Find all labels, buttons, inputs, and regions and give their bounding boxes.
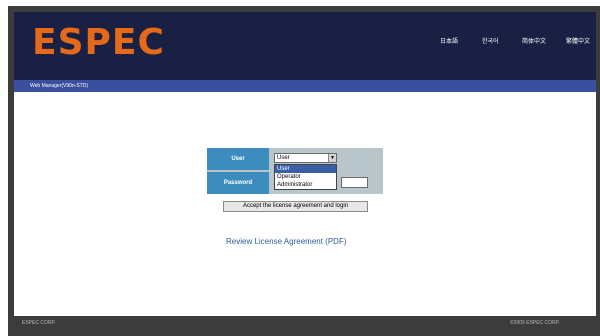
chevron-down-icon[interactable]: ▼ xyxy=(328,154,336,162)
accept-login-button[interactable]: Accept the license agreement and login xyxy=(223,201,368,212)
user-select[interactable]: User ▼ xyxy=(274,153,337,163)
option-administrator[interactable]: Administrator xyxy=(275,181,336,189)
review-license-link[interactable]: Review License Agreement (PDF) xyxy=(226,237,347,246)
footer-copyright: ©2009 ESPEC CORP. xyxy=(510,320,560,326)
footer-company: ESPEC CORP. xyxy=(22,320,56,326)
lang-link-simplified-chinese[interactable]: 简体中文 xyxy=(522,36,546,45)
option-operator[interactable]: Operator xyxy=(275,173,336,181)
lang-link-korean[interactable]: 한국어 xyxy=(482,36,499,45)
user-select-value: User xyxy=(277,155,290,161)
password-label: Password xyxy=(207,172,269,194)
sub-title-bar: Web Manager(V90n-STD) xyxy=(14,80,596,92)
lang-link-traditional-chinese[interactable]: 繁體中文 xyxy=(566,36,590,45)
app-version-title: Web Manager(V90n-STD) xyxy=(30,83,88,89)
user-dropdown-list: User Operator Administrator xyxy=(274,164,337,190)
header-bar: ESPEC 日本語 한국어 简体中文 繁體中文 xyxy=(14,12,596,80)
user-label: User xyxy=(207,148,269,170)
espec-logo: ESPEC xyxy=(32,22,165,63)
option-user[interactable]: User xyxy=(275,165,336,173)
password-input[interactable] xyxy=(341,177,368,188)
login-form: User Password User ▼ User Operator Admin… xyxy=(207,148,383,194)
lang-link-japanese[interactable]: 日本語 xyxy=(440,36,458,45)
